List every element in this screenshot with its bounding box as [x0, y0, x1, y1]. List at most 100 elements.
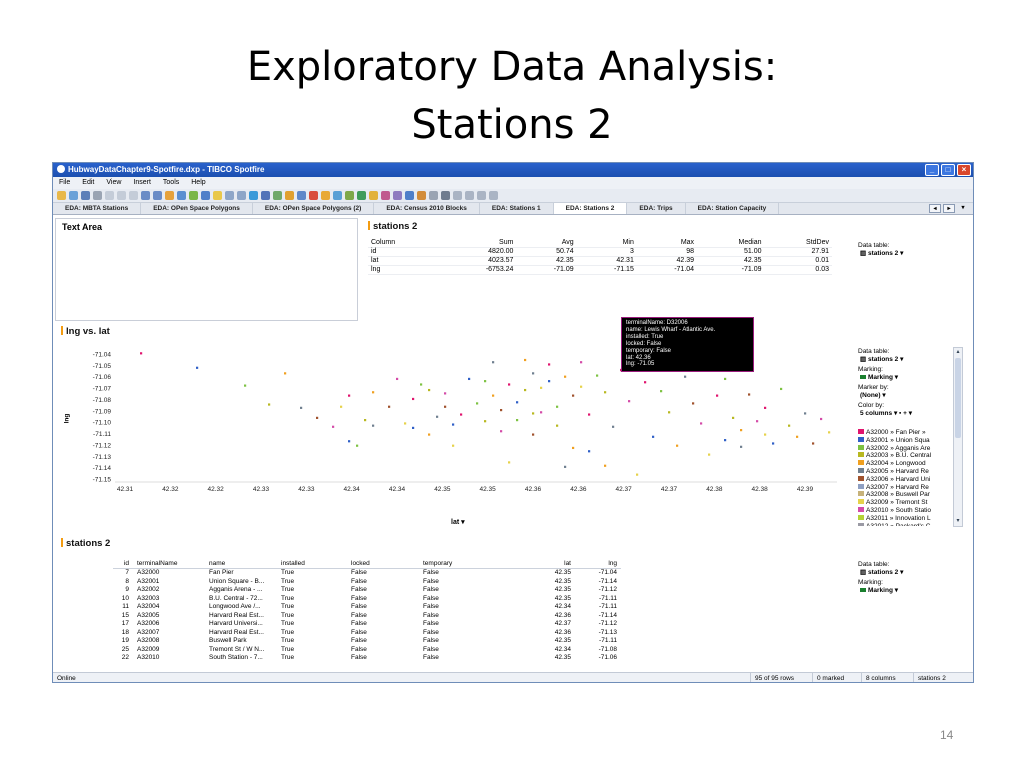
paste-icon[interactable]	[129, 191, 138, 200]
combination-chart-icon[interactable]	[309, 191, 318, 200]
scroll-down-icon[interactable]: ▾	[954, 517, 962, 526]
column-header[interactable]: lat	[529, 560, 575, 569]
rows-icon[interactable]	[477, 191, 486, 200]
legend-item[interactable]: A32002 » Agganis Are	[858, 444, 958, 453]
table-row[interactable]: 17 A32006 Harvard Universi... True False Fals…	[113, 620, 621, 629]
column-header[interactable]: id	[113, 560, 133, 569]
table-plot-icon[interactable]	[249, 191, 258, 200]
x-axis-selector[interactable]: lat ▾	[451, 518, 465, 526]
text-area-panel[interactable]: Text Area	[55, 218, 358, 321]
table-row[interactable]: 15 A32005 Harvard Real Est... True False Fals…	[113, 612, 621, 621]
scroll-up-icon[interactable]: ▴	[954, 348, 962, 357]
tab-5[interactable]: EDA: Stations 2	[553, 203, 628, 214]
treemap-icon[interactable]	[369, 191, 378, 200]
legend-scrollbar[interactable]: ▴ ▾	[953, 347, 963, 527]
table-icon[interactable]	[201, 191, 210, 200]
column-header[interactable]: name	[205, 560, 277, 569]
menu-file[interactable]: File	[59, 177, 70, 189]
back-icon[interactable]	[165, 191, 174, 200]
tab-7[interactable]: EDA: Station Capacity	[686, 203, 780, 214]
cross-table-icon[interactable]	[261, 191, 270, 200]
legend-item[interactable]: A32011 » Innovation L	[858, 514, 958, 523]
column-header[interactable]: locked	[347, 560, 419, 569]
close-button[interactable]: ×	[957, 164, 971, 176]
table-row[interactable]: 11 A32004 Longwood Ave /... True False False 4…	[113, 603, 621, 612]
split-icon[interactable]	[453, 191, 462, 200]
tab-1[interactable]: EDA: OPen Space Polygons	[141, 203, 253, 214]
marking-dropdown[interactable]: Marking ▾	[858, 587, 900, 595]
data-table-dropdown[interactable]: ▥ stations 2 ▾	[858, 569, 906, 577]
cut-icon[interactable]	[105, 191, 114, 200]
layout-icon[interactable]	[237, 191, 246, 200]
bar-chart-icon[interactable]	[285, 191, 294, 200]
marker-by-dropdown[interactable]: (None) ▾	[858, 392, 888, 400]
legend-item[interactable]: A32012 » Packard's C	[858, 522, 958, 526]
legend-item[interactable]: A32004 » Longwood	[858, 460, 958, 468]
legend-item[interactable]: A32010 » South Statio	[858, 506, 958, 515]
table-row[interactable]: 18 A32007 Harvard Real Est... True False Fals…	[113, 629, 621, 638]
data-table-dropdown[interactable]: ▥ stations 2 ▾	[858, 356, 906, 364]
legend-item[interactable]: A32005 » Harvard Re	[858, 467, 958, 476]
tag-icon[interactable]	[213, 191, 222, 200]
table-row[interactable]: 22 A32010 South Station - 7... True False Fal…	[113, 654, 621, 663]
copy-icon[interactable]	[117, 191, 126, 200]
undo-icon[interactable]	[141, 191, 150, 200]
tab-4[interactable]: EDA: Stations 1	[480, 203, 554, 214]
minimize-button[interactable]: _	[925, 164, 939, 176]
columns-icon[interactable]	[465, 191, 474, 200]
legend-item[interactable]: A32003 » B.U. Central	[858, 452, 958, 460]
tab-6[interactable]: EDA: Trips	[627, 203, 686, 214]
box-plot-icon[interactable]	[417, 191, 426, 200]
graphical-table-icon[interactable]	[273, 191, 282, 200]
legend-item[interactable]: A32000 » Fan Pier »	[858, 429, 958, 437]
legend-item[interactable]: A32009 » Tremont St	[858, 499, 958, 507]
menu-tools[interactable]: Tools	[163, 177, 179, 189]
table-row[interactable]: 25 A32009 Tremont St / W N... True False Fals…	[113, 646, 621, 655]
redo-icon[interactable]	[153, 191, 162, 200]
table-row[interactable]: 7 A32000 Fan Pier True False False 42.35 -71.04	[113, 569, 621, 578]
table-row[interactable]: 9 A32002 Agganis Arena - ... True False False…	[113, 586, 621, 595]
page-icon[interactable]	[225, 191, 234, 200]
print-icon[interactable]	[93, 191, 102, 200]
marking-dropdown[interactable]: Marking ▾	[858, 374, 900, 382]
maximize-button[interactable]: □	[941, 164, 955, 176]
filter-icon[interactable]	[177, 191, 186, 200]
column-header[interactable]: terminalName	[133, 560, 205, 569]
tab-2[interactable]: EDA: OPen Space Polygons (2)	[253, 203, 375, 214]
menu-help[interactable]: Help	[191, 177, 205, 189]
data-table-dropdown[interactable]: ▥ stations 2 ▾	[858, 250, 906, 258]
table-row[interactable]: 19 A32008 Buswell Park True False False 42.35 -…	[113, 637, 621, 646]
legend-item[interactable]: A32008 » Buswell Par	[858, 491, 958, 499]
y-axis-selector[interactable]: lng	[63, 414, 70, 424]
3d-scatter-icon[interactable]	[345, 191, 354, 200]
details-icon[interactable]	[189, 191, 198, 200]
map-chart-icon[interactable]	[357, 191, 366, 200]
legend-item[interactable]: A32007 » Harvard Re	[858, 483, 958, 492]
data-table[interactable]: id terminalName name installed locked tempora…	[113, 560, 621, 663]
menu-insert[interactable]: Insert	[133, 177, 151, 189]
new-icon[interactable]	[69, 191, 78, 200]
color-by-dropdown[interactable]: 5 columns ▾ ▪ + ▾	[858, 410, 915, 418]
text-area-icon[interactable]	[429, 191, 438, 200]
column-header[interactable]: temporary	[419, 560, 529, 569]
tab-0[interactable]: EDA: MBTA Stations	[53, 203, 142, 214]
legend-item[interactable]: A32006 » Harvard Uni	[858, 475, 958, 484]
parallel-coords-icon[interactable]	[393, 191, 402, 200]
tab-3[interactable]: EDA: Census 2010 Blocks	[374, 203, 480, 214]
table-row[interactable]: 10 A32003 B.U. Central - 72... True False Fal…	[113, 595, 621, 604]
table-row[interactable]: 8 A32001 Union Square - B... True False False…	[113, 578, 621, 587]
settings-icon[interactable]	[441, 191, 450, 200]
scatter-plot-icon[interactable]	[333, 191, 342, 200]
heat-map-icon[interactable]	[381, 191, 390, 200]
line-chart-icon[interactable]	[297, 191, 306, 200]
legend-item[interactable]: A32001 » Union Squa	[858, 436, 958, 445]
column-header[interactable]: lng	[575, 560, 621, 569]
tab-scroll-right-icon[interactable]: ▸	[943, 204, 955, 213]
tab-menu-icon[interactable]: ▾	[957, 204, 969, 213]
open-icon[interactable]	[57, 191, 66, 200]
scroll-thumb[interactable]	[955, 358, 961, 438]
summary-table-icon[interactable]	[405, 191, 414, 200]
pie-chart-icon[interactable]	[321, 191, 330, 200]
menu-edit[interactable]: Edit	[82, 177, 94, 189]
maximize-visual-icon[interactable]	[489, 191, 498, 200]
